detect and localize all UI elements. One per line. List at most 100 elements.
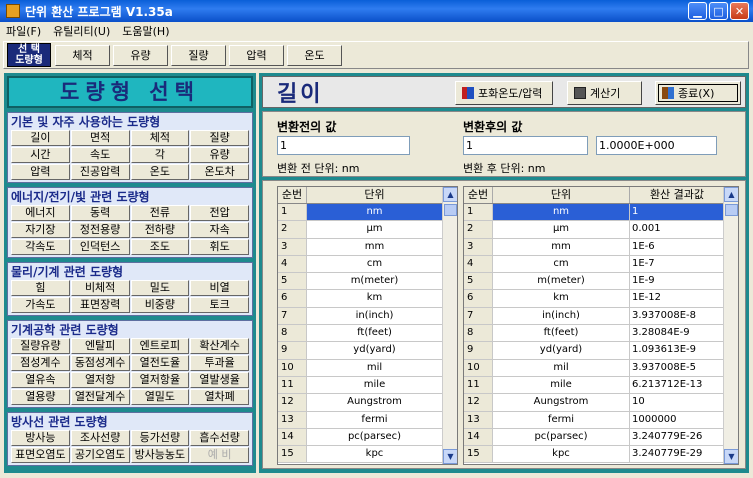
menu-help[interactable]: 도움말(H) <box>122 23 169 39</box>
category-button[interactable]: 길이 <box>11 130 70 146</box>
category-button[interactable]: 토크 <box>190 297 249 313</box>
table-row[interactable]: 10 mil <box>278 359 457 377</box>
category-button[interactable]: 면적 <box>70 130 130 146</box>
close-button[interactable]: ✕ <box>730 2 749 20</box>
category-button[interactable]: 점성계수 <box>11 355 70 371</box>
after-unit-table[interactable]: 순번 단위 환산 결과값 1 nm 1 2 μm 0.001 3 mm 1E-6 4 cm 1E-7 5… <box>463 186 739 465</box>
before-value-input[interactable]: 1 <box>277 136 410 155</box>
table-row[interactable]: 5 m(meter) 1E-9 <box>464 273 738 291</box>
menu-utility[interactable]: 유틸리티(U) <box>53 23 110 39</box>
category-button[interactable]: 질량유량 <box>11 338 70 354</box>
category-button[interactable]: 공기오염도 <box>70 447 130 463</box>
category-button[interactable]: 비체적 <box>70 280 130 296</box>
category-button[interactable]: 투과율 <box>190 355 249 371</box>
scroll-down-icon[interactable]: ▼ <box>724 449 738 464</box>
category-button[interactable]: 열저항율 <box>130 372 190 388</box>
category-button[interactable]: 열용량 <box>11 389 70 405</box>
category-button[interactable]: 온도 <box>130 164 190 180</box>
category-button[interactable]: 열전도율 <box>130 355 190 371</box>
category-button[interactable]: 표면오염도 <box>11 447 70 463</box>
table-row[interactable]: 15 kpc 3.240779E-29 <box>464 446 738 464</box>
calculator-button[interactable]: 계산기 <box>567 81 642 105</box>
category-button[interactable]: 조도 <box>130 239 190 255</box>
category-button[interactable]: 자속 <box>190 222 249 238</box>
category-button[interactable]: 질량 <box>190 130 249 146</box>
before-unit-table[interactable]: 순번 단위 1 nm 2 μm 3 mm 4 cm 5 m(meter) 6 km 7 in(inch) 8… <box>277 186 458 465</box>
table-row[interactable]: 1 nm 1 <box>464 204 738 222</box>
category-button[interactable]: 비열 <box>190 280 249 296</box>
category-button[interactable]: 진공압력 <box>70 164 130 180</box>
category-button[interactable]: 체적 <box>130 130 190 146</box>
toolbar-button-mass[interactable]: 질량 <box>171 44 226 66</box>
table-row[interactable]: 7 in(inch) 3.937008E-8 <box>464 307 738 326</box>
category-button[interactable]: 표면장력 <box>70 297 130 313</box>
category-button[interactable]: 인덕턴스 <box>70 239 130 255</box>
category-button[interactable]: 자기장 <box>11 222 70 238</box>
category-button[interactable]: 전하량 <box>130 222 190 238</box>
table-row[interactable]: 2 μm 0.001 <box>464 221 738 239</box>
table-row[interactable]: 8 ft(feet) <box>278 325 457 343</box>
scroll-thumb[interactable] <box>444 204 457 216</box>
table-row[interactable]: 2 μm <box>278 221 457 239</box>
category-button[interactable]: 열전달계수 <box>70 389 130 405</box>
category-button[interactable]: 각 <box>130 147 190 163</box>
category-button[interactable]: 열유속 <box>11 372 70 388</box>
category-button[interactable]: 압력 <box>11 164 70 180</box>
table-row[interactable]: 12 Aungstrom <box>278 394 457 412</box>
category-button[interactable]: 가속도 <box>11 297 70 313</box>
category-button[interactable]: 등가선량 <box>130 430 190 446</box>
category-button[interactable]: 동력 <box>70 205 130 221</box>
category-button[interactable]: 열밀도 <box>130 389 190 405</box>
after-value-input[interactable]: 1 <box>463 136 588 155</box>
table-row[interactable]: 8 ft(feet) 3.28084E-9 <box>464 325 738 343</box>
table-row[interactable]: 13 fermi <box>278 411 457 429</box>
table-row[interactable]: 12 Aungstrom 10 <box>464 394 738 412</box>
table-row[interactable]: 4 cm <box>278 255 457 274</box>
category-button[interactable]: 조사선량 <box>70 430 130 446</box>
category-button[interactable]: 열차폐 <box>190 389 249 405</box>
exit-button[interactable]: 종료(X) <box>655 81 741 105</box>
saturation-button[interactable]: 포화온도/압력 <box>455 81 553 105</box>
scrollbar[interactable]: ▲ ▼ <box>723 187 738 464</box>
table-row[interactable]: 15 kpc <box>278 446 457 464</box>
category-button[interactable]: 시간 <box>11 147 70 163</box>
category-button[interactable]: 각속도 <box>11 239 70 255</box>
category-button[interactable]: 전류 <box>130 205 190 221</box>
table-row[interactable]: 5 m(meter) <box>278 273 457 291</box>
table-row[interactable]: 11 mile <box>278 376 457 395</box>
table-row[interactable]: 14 pc(parsec) <box>278 428 457 447</box>
category-button[interactable]: 동점성계수 <box>70 355 130 371</box>
scroll-down-icon[interactable]: ▼ <box>443 449 457 464</box>
toolbar-button-temperature[interactable]: 온도 <box>287 44 342 66</box>
toolbar-button-flow[interactable]: 유량 <box>113 44 168 66</box>
category-button[interactable]: 예 비 <box>190 447 249 463</box>
category-button[interactable]: 속도 <box>70 147 130 163</box>
table-row[interactable]: 3 mm 1E-6 <box>464 238 738 256</box>
table-row[interactable]: 13 fermi 1000000 <box>464 411 738 429</box>
table-row[interactable]: 3 mm <box>278 238 457 256</box>
toolbar-button-pressure[interactable]: 압력 <box>229 44 284 66</box>
category-button[interactable]: 엔트로피 <box>130 338 190 354</box>
category-button[interactable]: 힘 <box>11 280 70 296</box>
category-button[interactable]: 온도차 <box>190 164 249 180</box>
table-row[interactable]: 6 km 1E-12 <box>464 290 738 308</box>
category-button[interactable]: 방사능 <box>11 430 70 446</box>
toolbar-button-volume[interactable]: 체적 <box>55 44 110 66</box>
table-row[interactable]: 4 cm 1E-7 <box>464 255 738 274</box>
table-row[interactable]: 11 mile 6.213712E-13 <box>464 376 738 395</box>
table-row[interactable]: 7 in(inch) <box>278 307 457 326</box>
category-button[interactable]: 비중량 <box>130 297 190 313</box>
category-button[interactable]: 유량 <box>190 147 249 163</box>
category-button[interactable]: 휘도 <box>190 239 249 255</box>
category-button[interactable]: 확산계수 <box>190 338 249 354</box>
table-row[interactable]: 6 km <box>278 290 457 308</box>
category-button[interactable]: 에너지 <box>11 205 70 221</box>
scroll-up-icon[interactable]: ▲ <box>443 187 457 202</box>
category-button[interactable]: 열발생율 <box>190 372 249 388</box>
scroll-up-icon[interactable]: ▲ <box>724 187 738 202</box>
category-button[interactable]: 밀도 <box>130 280 190 296</box>
category-button[interactable]: 흡수선량 <box>190 430 249 446</box>
menu-file[interactable]: 파일(F) <box>6 23 41 39</box>
table-row[interactable]: 9 yd(yard) 1.093613E-9 <box>464 342 738 360</box>
scrollbar[interactable]: ▲ ▼ <box>442 187 457 464</box>
